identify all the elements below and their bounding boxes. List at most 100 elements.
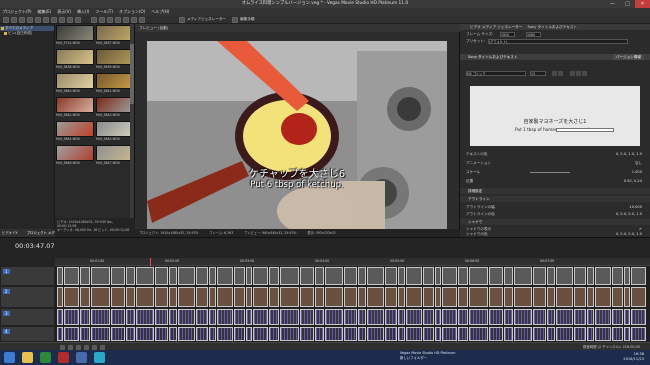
- timeline-clip[interactable]: [169, 327, 177, 341]
- timeline-clip[interactable]: [64, 267, 79, 285]
- font-size-dropdown[interactable]: 13: [530, 70, 546, 76]
- timeline-clip[interactable]: [547, 287, 555, 307]
- timeline-clip[interactable]: [385, 327, 397, 341]
- bold-icon[interactable]: [552, 70, 557, 76]
- timeline-clip[interactable]: [344, 267, 357, 285]
- timeline-clip[interactable]: [155, 287, 168, 307]
- timeline-clip[interactable]: [169, 267, 177, 285]
- timeline-clip[interactable]: [111, 309, 125, 325]
- media-clip[interactable]: MVI_3843.MOV: [96, 97, 134, 121]
- timeline-clip[interactable]: [358, 267, 366, 285]
- open-icon[interactable]: [11, 16, 17, 23]
- timeline-clip[interactable]: [126, 327, 135, 341]
- timeline-clip[interactable]: [57, 327, 63, 341]
- timeline-clip[interactable]: [435, 287, 441, 307]
- paste-icon[interactable]: [59, 16, 65, 23]
- timeline-clip[interactable]: [442, 267, 457, 285]
- timeline-clip[interactable]: [406, 309, 422, 325]
- timeline-clip[interactable]: [533, 309, 546, 325]
- timeline-clip[interactable]: [217, 287, 233, 307]
- properties-icon[interactable]: [35, 16, 41, 23]
- timeline-clip[interactable]: [269, 267, 279, 285]
- maximize-button[interactable]: □: [620, 0, 635, 8]
- timeline-clip[interactable]: [442, 287, 457, 307]
- undo-icon[interactable]: [67, 16, 73, 23]
- timeline-clip[interactable]: [344, 287, 357, 307]
- timeline-clip[interactable]: [398, 309, 405, 325]
- timeline-clip[interactable]: [423, 309, 434, 325]
- timeline-clip[interactable]: [533, 267, 546, 285]
- event-tool-label[interactable]: 編集手順: [240, 17, 254, 22]
- scrollbar-thumb[interactable]: [130, 44, 134, 104]
- media-generators-label[interactable]: メディアジェネレーター: [187, 17, 226, 22]
- timeline-clip[interactable]: [300, 309, 314, 325]
- track-header-2[interactable]: 2: [0, 286, 55, 308]
- copy-icon[interactable]: [51, 16, 57, 23]
- timeline-clip[interactable]: [398, 267, 405, 285]
- timeline-clip[interactable]: [234, 309, 245, 325]
- timeline-clip[interactable]: [64, 327, 79, 341]
- timeline-clip[interactable]: [423, 327, 434, 341]
- media-clip[interactable]: MVI_3839.MOV: [96, 49, 134, 73]
- timeline-clip[interactable]: [344, 309, 357, 325]
- timeline-clip[interactable]: [624, 287, 630, 307]
- timeline-clip[interactable]: [624, 327, 630, 341]
- timeline-clip[interactable]: [91, 309, 110, 325]
- timeline-clip[interactable]: [489, 267, 503, 285]
- media-clip[interactable]: MVI_3714.MOV: [56, 25, 94, 49]
- timeline-clip[interactable]: [504, 309, 513, 325]
- timeline-clip[interactable]: [587, 287, 594, 307]
- timeline-clip[interactable]: [631, 267, 646, 285]
- timeline-clip[interactable]: [209, 309, 216, 325]
- timeline-clip[interactable]: [385, 267, 397, 285]
- scale-slider[interactable]: [530, 171, 570, 173]
- media-clip[interactable]: MVI_3838.MOV: [56, 49, 94, 73]
- timeline-clip[interactable]: [64, 287, 79, 307]
- timeline-clip[interactable]: [556, 267, 573, 285]
- start-icon[interactable]: [4, 352, 15, 363]
- media-clip[interactable]: MVI_3842.MOV: [56, 97, 94, 121]
- timeline-clip[interactable]: [406, 327, 422, 341]
- timeline-clip[interactable]: [269, 327, 279, 341]
- frame-height-input[interactable]: 1080: [526, 31, 541, 37]
- timeline-clip[interactable]: [253, 287, 268, 307]
- timeline-clip[interactable]: [489, 327, 503, 341]
- timeline-clip[interactable]: [533, 327, 546, 341]
- timeline-clip[interactable]: [253, 267, 268, 285]
- timeline-clip[interactable]: [595, 327, 611, 341]
- close-button[interactable]: ✕: [635, 0, 650, 8]
- timeline-clip[interactable]: [91, 287, 110, 307]
- timeline-clip[interactable]: [155, 327, 168, 341]
- timeline-clip[interactable]: [217, 327, 233, 341]
- menu-view[interactable]: 表示(V): [57, 9, 71, 15]
- media-clip[interactable]: MVI_3845.MOV: [96, 121, 134, 145]
- timeline-clip[interactable]: [514, 309, 532, 325]
- timeline-clip[interactable]: [514, 287, 532, 307]
- timeline-clip[interactable]: [367, 309, 384, 325]
- timeline-clip[interactable]: [385, 309, 397, 325]
- section-advanced[interactable]: 詳細設定: [460, 188, 650, 194]
- timeline-clip[interactable]: [624, 309, 630, 325]
- timeline-clip[interactable]: [358, 309, 366, 325]
- new-project-icon[interactable]: [3, 16, 9, 23]
- timeline-clip[interactable]: [358, 327, 366, 341]
- timeline-clip[interactable]: [178, 287, 195, 307]
- timeline-clip[interactable]: [398, 287, 405, 307]
- timeline-clip[interactable]: [136, 267, 154, 285]
- taskbar-folder-label[interactable]: 新しいフォルダー: [400, 356, 455, 361]
- timeline-clip[interactable]: [533, 287, 546, 307]
- timeline-clip[interactable]: [209, 267, 216, 285]
- video-track-2[interactable]: [55, 286, 650, 308]
- explorer-icon[interactable]: [22, 352, 33, 363]
- timeline-clip[interactable]: [358, 287, 366, 307]
- timeline-clip[interactable]: [91, 267, 110, 285]
- timeline-clip[interactable]: [435, 309, 441, 325]
- tab-video-fx[interactable]: ビデオ FX: [2, 231, 18, 235]
- timeline-clip[interactable]: [234, 327, 245, 341]
- italic-icon[interactable]: [558, 70, 563, 76]
- timeline-clip[interactable]: [300, 267, 314, 285]
- timeline-clip[interactable]: [325, 287, 343, 307]
- timeline-clip[interactable]: [155, 309, 168, 325]
- timeline-clip[interactable]: [57, 267, 63, 285]
- timeline-clip[interactable]: [469, 287, 488, 307]
